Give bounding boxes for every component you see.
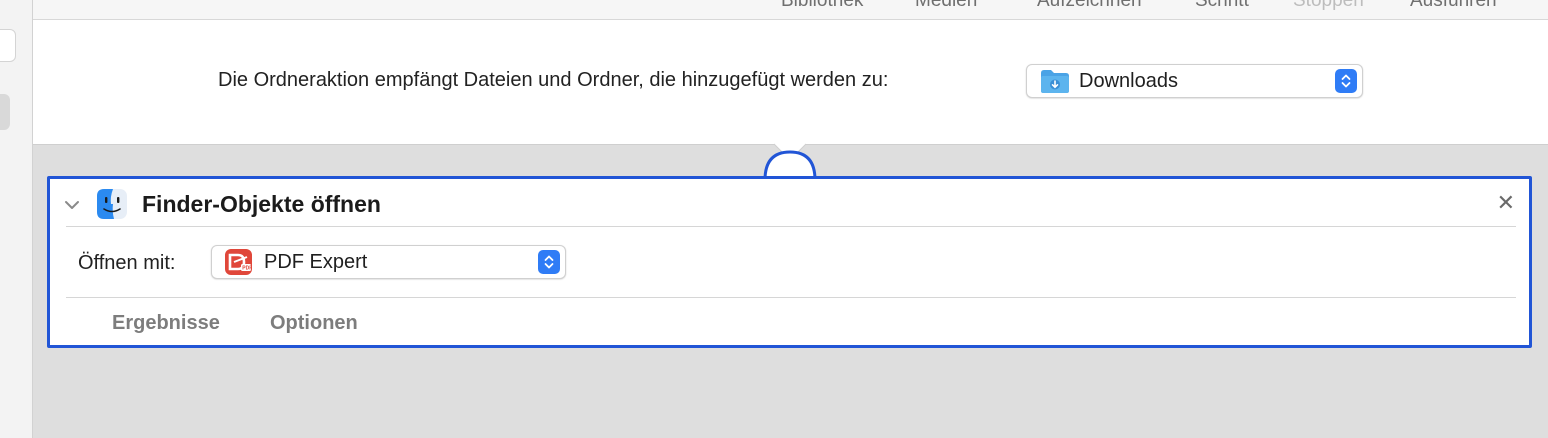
app-popup-value: PDF Expert <box>264 251 368 273</box>
action-card[interactable]: Finder-Objekte öffnen ✕ Öffnen mit: PDF … <box>47 176 1532 348</box>
toolbar-library-button[interactable]: Bibliothek <box>781 0 863 12</box>
toolbar: Bibliothek Medien Aufzeichnen Schritt St… <box>33 0 1548 20</box>
chevron-down-icon[interactable] <box>64 197 80 215</box>
pdf-expert-icon: PDF <box>225 249 252 280</box>
folder-action-header: Die Ordneraktion empfängt Dateien und Or… <box>33 20 1548 145</box>
sidebar-search-field[interactable] <box>0 29 16 62</box>
toolbar-step-button[interactable]: Schritt <box>1195 0 1249 12</box>
sidebar-selected-item[interactable] <box>0 94 10 130</box>
downloads-folder-icon <box>1040 68 1070 99</box>
svg-text:PDF: PDF <box>242 266 252 272</box>
toolbar-run-button[interactable]: Ausführen <box>1410 0 1497 12</box>
popup-arrows-icon <box>1335 69 1357 93</box>
card-divider-bottom <box>66 297 1516 298</box>
tab-results[interactable]: Ergebnisse <box>112 312 220 335</box>
action-title: Finder-Objekte öffnen <box>142 191 381 217</box>
finder-icon <box>97 189 127 224</box>
tab-options[interactable]: Optionen <box>270 312 358 335</box>
popup-arrows-icon <box>538 250 560 274</box>
open-with-label: Öffnen mit: <box>78 252 176 274</box>
toolbar-stop-button[interactable]: Stoppen <box>1293 0 1364 12</box>
folder-popup[interactable]: Downloads <box>1026 64 1363 98</box>
folder-action-label: Die Ordneraktion empfängt Dateien und Or… <box>218 69 889 91</box>
library-sidebar <box>0 0 33 438</box>
toolbar-record-button[interactable]: Aufzeichnen <box>1037 0 1142 12</box>
toolbar-media-button[interactable]: Medien <box>915 0 977 12</box>
app-popup[interactable]: PDF PDF Expert <box>211 245 566 279</box>
close-icon[interactable]: ✕ <box>1497 191 1515 215</box>
folder-popup-value: Downloads <box>1079 70 1178 92</box>
card-divider-top <box>66 226 1516 227</box>
